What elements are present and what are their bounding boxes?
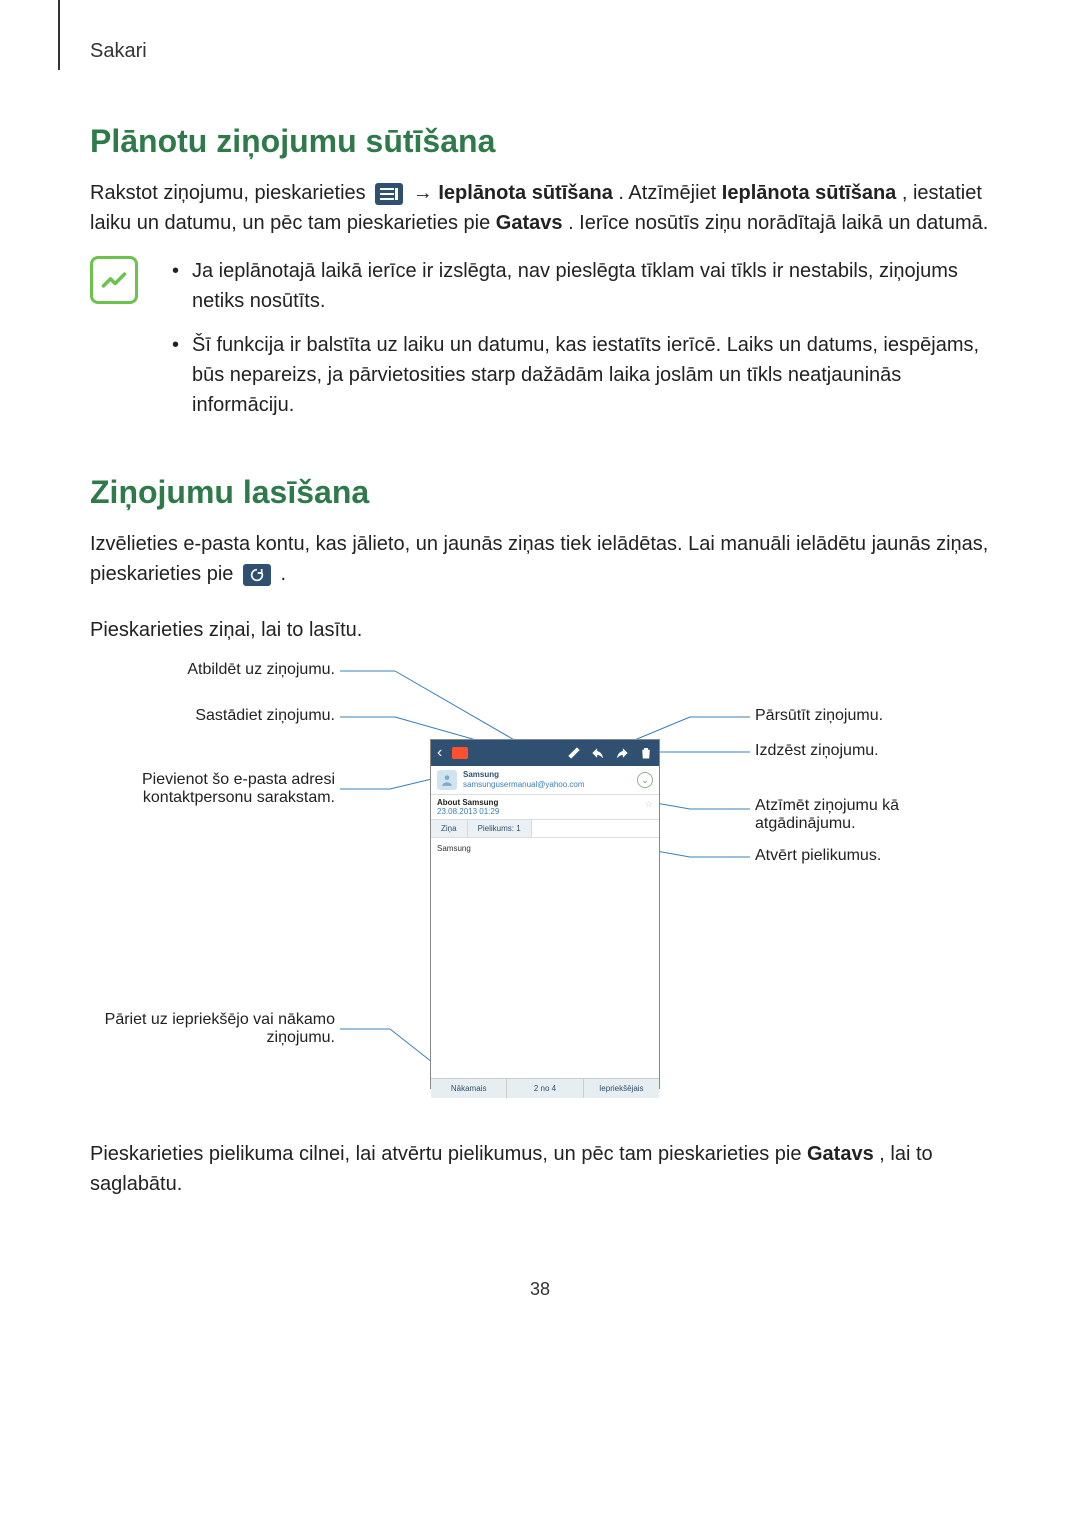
bold-text: Gatavs (496, 212, 563, 234)
section2-paragraph2: Pieskarieties ziņai, lai to lasītu. (90, 615, 990, 645)
nav-prev: Iepriekšējais (584, 1079, 659, 1098)
text: Izvēlieties e-pasta kontu, kas jālieto, … (90, 533, 988, 585)
subject: About Samsung (437, 798, 653, 807)
callout-reply: Atbildēt uz ziņojumu. (140, 661, 335, 679)
bold-text: Ieplānota sūtīšana (438, 182, 613, 204)
callout-add-contact: Pievienot šo e-pasta adresi kontaktperso… (100, 771, 335, 807)
message-body: Samsung (431, 838, 659, 1078)
text: Pāriet uz iepriekšējo vai nākamo (105, 1011, 335, 1028)
callout-forward: Pārsūtīt ziņojumu. (755, 707, 883, 725)
callout-attachments: Atvērt pielikumus. (755, 847, 881, 865)
expand-icon: ⌄ (637, 772, 653, 788)
menu-icon (375, 183, 403, 205)
tab-attachment: Pielikums: 1 (468, 820, 532, 837)
text: . Atzīmējiet (618, 182, 721, 204)
page-number: 38 (90, 1279, 990, 1300)
note-item: Ja ieplānotajā laikā ierīce ir izslēgta,… (172, 256, 990, 316)
chapter-label: Sakari (90, 40, 990, 63)
sender-email: samsungusermanual@yahoo.com (463, 780, 585, 790)
section1-paragraph: Rakstot ziņojumu, pieskarieties → Ieplān… (90, 178, 990, 238)
date: 23.08.2013 01:29 (437, 807, 653, 816)
phone-screenshot: ‹ Samsung samsungusermanual@yahoo.com ⌄ (430, 739, 660, 1089)
star-icon: ☆ (645, 799, 653, 810)
callout-delete: Izdzēst ziņojumu. (755, 742, 879, 760)
note-block: Ja ieplānotajā laikā ierīce ir izslēgta,… (90, 256, 990, 434)
refresh-icon (243, 564, 271, 586)
sender-info: Samsung samsungusermanual@yahoo.com (463, 770, 585, 789)
callout-navigate: Pāriet uz iepriekšējo vai nākamo ziņojum… (80, 1011, 335, 1047)
titlebar: ‹ (431, 740, 659, 766)
section2-paragraph3: Pieskarieties pielikuma cilnei, lai atvē… (90, 1139, 990, 1199)
nav-count: 2 no 4 (507, 1079, 583, 1098)
tabs: Ziņa Pielikums: 1 (431, 820, 659, 838)
text: kontaktpersonu sarakstam. (143, 789, 335, 806)
reply-icon (591, 746, 605, 760)
text: Pievienot šo e-pasta adresi (142, 771, 335, 788)
compose-icon (567, 746, 581, 760)
note-icon (90, 256, 138, 304)
bold-text: Gatavs (807, 1143, 874, 1165)
bold-text: Ieplānota sūtīšana (722, 182, 897, 204)
text: atgādinājumu. (755, 815, 856, 832)
delete-icon (639, 746, 653, 760)
section2-paragraph1: Izvēlieties e-pasta kontu, kas jālieto, … (90, 529, 990, 589)
section1-title: Plānotu ziņojumu sūtīšana (90, 123, 990, 160)
text: ziņojumu. (267, 1029, 335, 1046)
mail-icon (452, 747, 468, 759)
tab-message: Ziņa (431, 820, 468, 837)
nav-next: Nākamais (431, 1079, 507, 1098)
text: Rakstot ziņojumu, pieskarieties (90, 182, 371, 204)
side-rule (58, 0, 60, 70)
forward-icon (615, 746, 629, 760)
callout-reminder: Atzīmēt ziņojumu kā atgādinājumu. (755, 797, 899, 833)
subject-row: About Samsung 23.08.2013 01:29 ☆ (431, 795, 659, 820)
text: Pieskarieties pielikuma cilnei, lai atvē… (90, 1143, 807, 1165)
callout-compose: Sastādiet ziņojumu. (140, 707, 335, 725)
note-item: Šī funkcija ir balstīta uz laiku un datu… (172, 330, 990, 420)
text: . (281, 563, 287, 585)
nav-row: Nākamais 2 no 4 Iepriekšējais (431, 1078, 659, 1098)
sender-name: Samsung (463, 770, 585, 780)
avatar-icon (437, 770, 457, 790)
text: Atzīmēt ziņojumu kā (755, 797, 899, 814)
email-diagram: Atbildēt uz ziņojumu. Sastādiet ziņojumu… (90, 659, 990, 1109)
back-icon: ‹ (437, 744, 442, 762)
text: → (413, 182, 439, 204)
sender-row: Samsung samsungusermanual@yahoo.com ⌄ (431, 766, 659, 795)
text: . Ierīce nosūtīs ziņu norādītajā laikā u… (568, 212, 988, 234)
section2-title: Ziņojumu lasīšana (90, 474, 990, 511)
